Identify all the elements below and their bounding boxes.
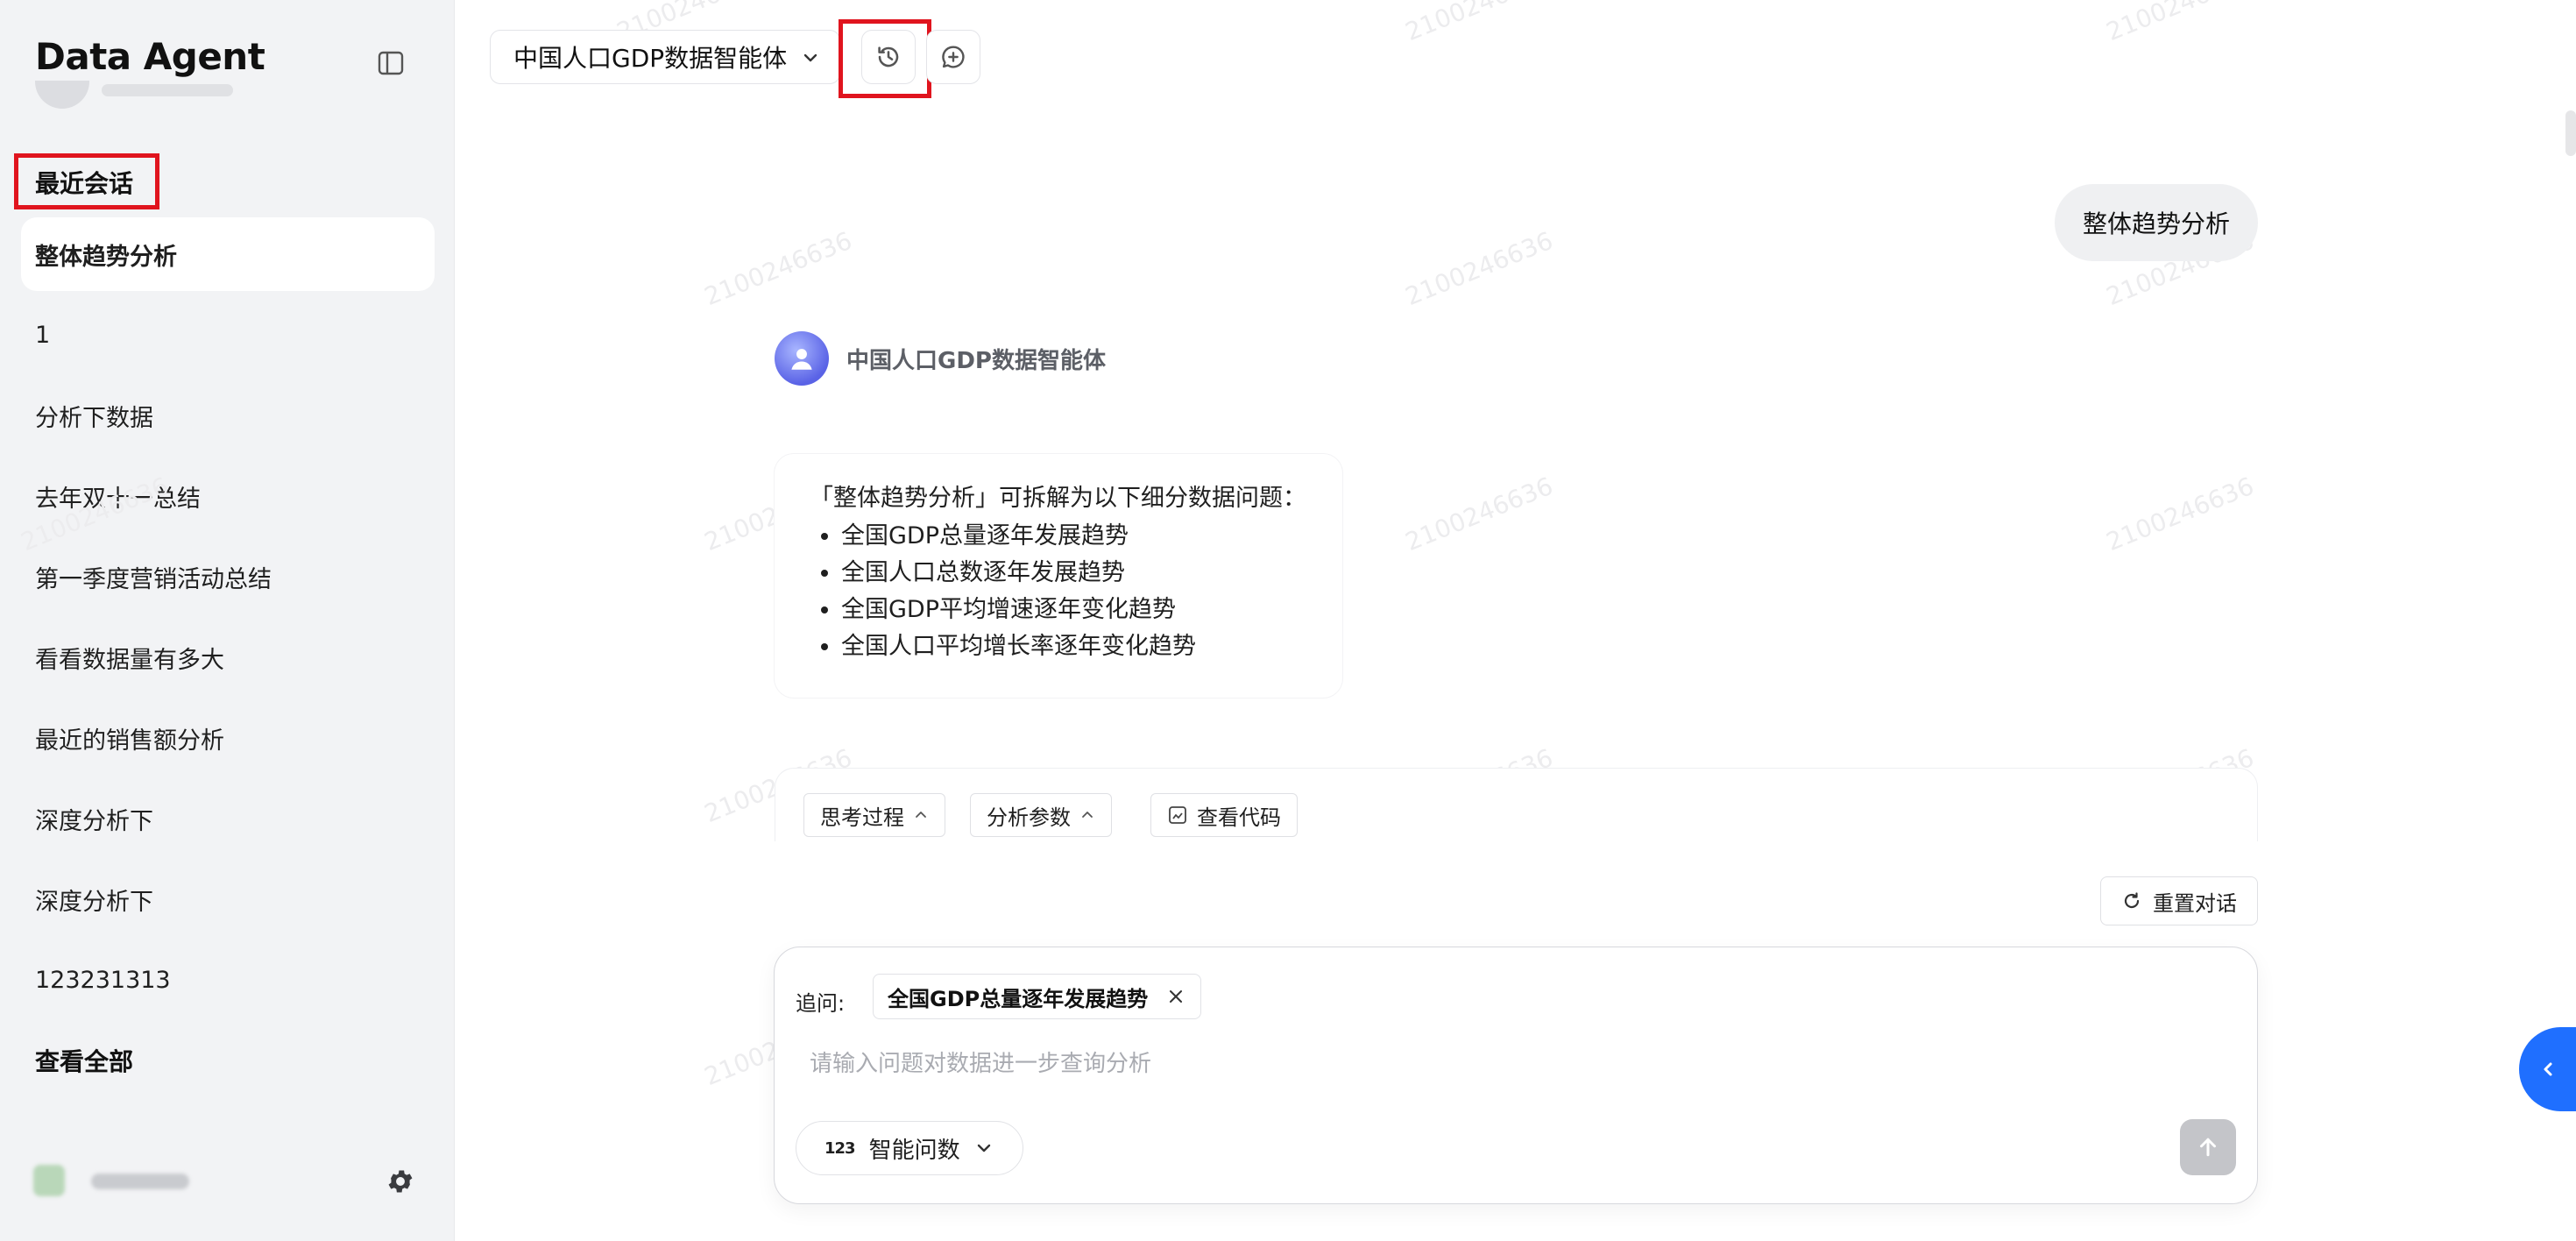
code-image-icon [1169, 806, 1186, 824]
followup-chip: 全国GDP总量逐年发展趋势 [873, 974, 1202, 1019]
user-message-bubble: 整体趋势分析 [2055, 184, 2259, 261]
conversation-item[interactable]: 最近的销售额分析 [21, 701, 435, 775]
answer-list-item: 全国人口总数逐年发展趋势 [841, 555, 1307, 592]
workspace-name [102, 84, 233, 96]
highlight-box-recent [14, 153, 159, 209]
agent-selector[interactable]: 中国人口GDP数据智能体 [490, 30, 840, 84]
answer-list-item: 全国GDP平均增速逐年变化趋势 [841, 592, 1307, 628]
close-icon [1170, 990, 1183, 1003]
conversation-item[interactable]: 123231313 [21, 943, 435, 1017]
arrow-up-icon [2200, 1138, 2216, 1157]
agent-selector-label: 中国人口GDP数据智能体 [513, 44, 788, 73]
reset-conversation-label: 重置对话 [2153, 890, 2237, 916]
view-all-link[interactable]: 查看全部 [35, 1043, 133, 1078]
gear-icon [388, 1170, 413, 1193]
watermark: 2100246636 [1401, 0, 1557, 47]
mode-selector-label: 智能问数 [868, 1137, 960, 1164]
answer-list: 全国GDP总量逐年发展趋势 全国人口总数逐年发展趋势 全国GDP平均增速逐年变化… [810, 518, 1307, 665]
analysis-params-label: 分析参数 [987, 805, 1071, 830]
brand-logo: Data Agent [35, 35, 265, 78]
answer-list-item: 全国GDP总量逐年发展趋势 [841, 518, 1307, 555]
conversation-item-label: 看看数据量有多大 [35, 646, 224, 674]
conversation-item[interactable]: 深度分析下 [21, 862, 435, 936]
send-button[interactable] [2180, 1119, 2236, 1175]
watermark: 2100246636 [2102, 471, 2258, 557]
answer-intro: 「整体趋势分析」可拆解为以下细分数据问题： [810, 485, 1306, 512]
conversation-item-label: 分析下数据 [35, 404, 153, 432]
chip-remove-button[interactable] [1165, 986, 1186, 1007]
answer-list-item: 全国人口平均增长率逐年变化趋势 [841, 628, 1307, 665]
chevron-down-icon [803, 53, 817, 62]
conversation-list: 整体趋势分析 1 分析下数据 去年双十一总结 第一季度营销活动总结 看看数据量有… [21, 217, 435, 1024]
new-chat-icon [942, 46, 965, 68]
sidebar-toggle-button[interactable] [375, 49, 407, 77]
chevron-left-icon [2544, 1062, 2551, 1076]
chevron-up-icon [1082, 812, 1093, 818]
user-name-blurred [91, 1174, 189, 1189]
chevron-up-icon [916, 812, 926, 818]
analysis-params-button[interactable]: 分析参数 [970, 793, 1112, 837]
agent-message-header: 中国人口GDP数据智能体 [775, 331, 1106, 386]
scrollbar-thumb[interactable] [2565, 110, 2576, 156]
user-silhouette-icon [791, 349, 812, 370]
sidebar-panel-icon [378, 51, 404, 75]
chat-composer: 追问: 全国GDP总量逐年发展趋势 123 智能问数 [774, 947, 2258, 1204]
side-panel-toggle[interactable] [2519, 1027, 2576, 1111]
watermark: 2100246636 [700, 225, 856, 312]
sidebar: Data Agent 最近会话 整体趋势分析 1 分析下数据 去年双十一总结 第… [0, 0, 455, 1241]
conversation-item-label: 深度分析下 [35, 888, 153, 916]
chat-main: 2100246636 2100246636 2100246636 2100246… [17, 0, 2576, 1241]
followup-label: 追问: [796, 991, 846, 1016]
conversation-item[interactable]: 去年双十一总结 [21, 459, 435, 533]
thinking-process-label: 思考过程 [820, 805, 904, 830]
question-input[interactable] [808, 1044, 2126, 1084]
watermark: 2100246636 [1401, 471, 1557, 557]
conversation-item-label: 123231313 [35, 966, 171, 994]
reset-conversation-button[interactable]: 重置对话 [2100, 876, 2258, 925]
analysis-tool-panel: 思考过程 分析参数 查看代码 [775, 768, 2258, 841]
settings-button[interactable] [382, 1163, 419, 1200]
conversation-item[interactable]: 1 [21, 298, 435, 372]
conversation-item-label: 最近的销售额分析 [35, 727, 224, 755]
conversation-item[interactable]: 分析下数据 [21, 379, 435, 452]
conversation-item[interactable]: 看看数据量有多大 [21, 620, 435, 694]
conversation-item-label: 深度分析下 [35, 807, 153, 835]
highlight-box-history [839, 19, 931, 98]
agent-name: 中国人口GDP数据智能体 [846, 347, 1106, 374]
conversation-item-label: 去年双十一总结 [35, 485, 201, 513]
watermark: 2100246636 [1401, 225, 1557, 312]
conversation-item-label: 1 [35, 321, 51, 349]
numbers-icon: 123 [824, 1138, 856, 1158]
view-code-label: 查看代码 [1197, 805, 1281, 830]
conversation-item-label: 整体趋势分析 [35, 243, 177, 271]
chevron-down-icon [977, 1144, 990, 1152]
conversation-item[interactable]: 第一季度营销活动总结 [21, 540, 435, 613]
user-profile[interactable] [33, 1161, 419, 1203]
followup-chip-label: 全国GDP总量逐年发展趋势 [888, 986, 1149, 1011]
conversation-item[interactable]: 整体趋势分析 [21, 217, 435, 291]
new-chat-button[interactable] [926, 30, 980, 84]
view-code-button[interactable]: 查看代码 [1150, 793, 1298, 837]
conversation-item[interactable]: 深度分析下 [21, 782, 435, 855]
thinking-process-button[interactable]: 思考过程 [803, 793, 945, 837]
user-avatar [33, 1165, 65, 1196]
workspace-avatar [35, 81, 89, 109]
conversation-item-label: 第一季度营销活动总结 [35, 565, 272, 593]
agent-answer-card: 「整体趋势分析」可拆解为以下细分数据问题： 全国GDP总量逐年发展趋势 全国人口… [775, 454, 1342, 698]
refresh-icon [2124, 892, 2140, 909]
mode-selector[interactable]: 123 智能问数 [796, 1121, 1023, 1175]
agent-avatar [775, 331, 829, 386]
watermark: 2100246636 [2102, 0, 2258, 47]
